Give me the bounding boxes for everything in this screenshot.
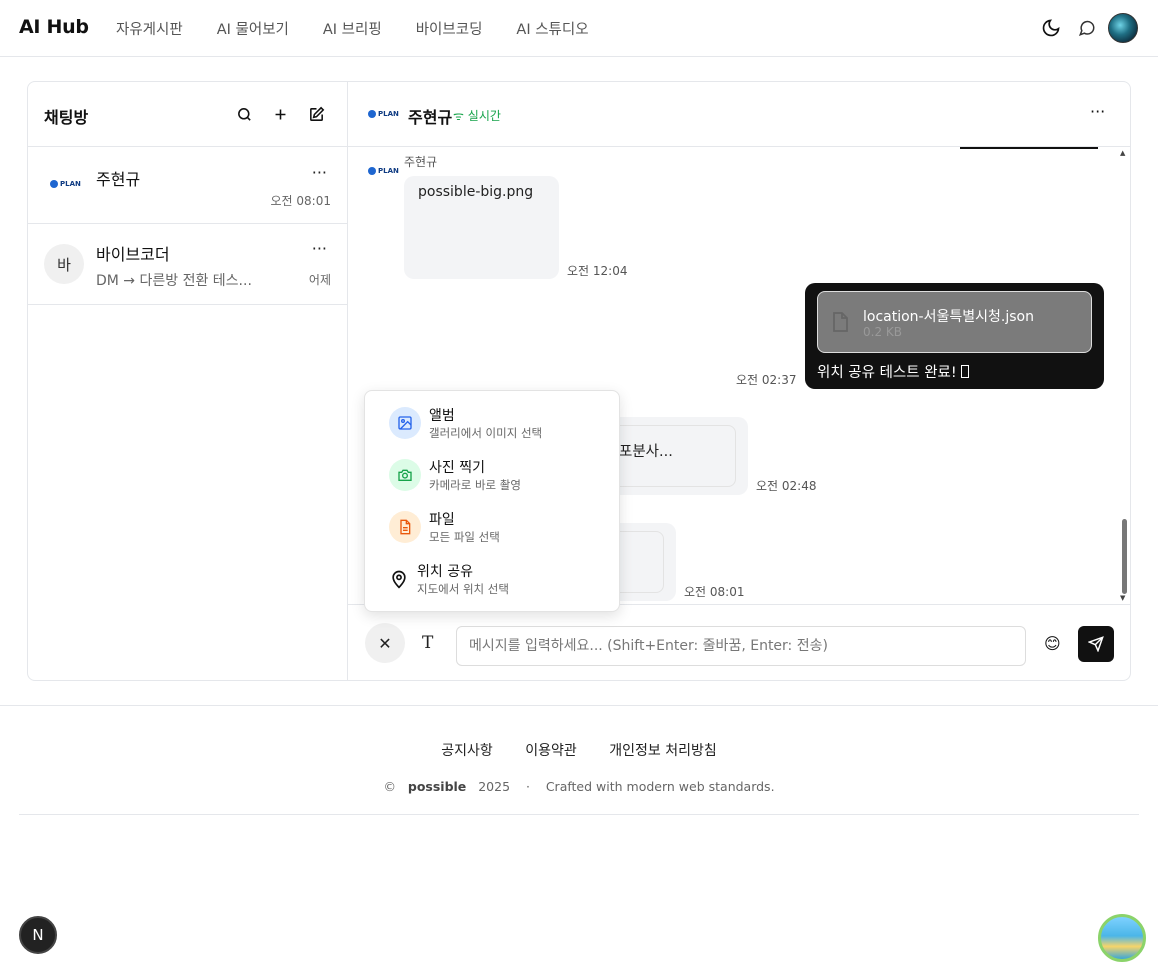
room-preview: DM → 다른방 전환 테스... xyxy=(96,273,252,289)
message-input[interactable] xyxy=(456,626,1026,666)
plan-logo: PLAN xyxy=(368,110,399,118)
attach-item-subtitle: 갤러리에서 이미지 선택 xyxy=(429,426,543,440)
map-pin-icon xyxy=(385,563,413,595)
sidebar-header: 채팅방 xyxy=(28,82,347,147)
live-status: ᯤ 실시간 xyxy=(453,109,501,123)
nav-vibe-coding[interactable]: 바이브코딩 xyxy=(416,18,483,39)
plus-icon xyxy=(275,109,285,119)
message-text: 위치 공유 테스트 완료! xyxy=(817,361,970,382)
main-nav: 자유게시판 AI 물어보기 AI 브리핑 바이브코딩 AI 스튜디오 xyxy=(116,18,623,39)
wifi-icon: ᯤ xyxy=(453,109,464,123)
chat-header: PLAN 주현규 ᯤ 실시간 ··· xyxy=(348,82,1130,147)
link-preview-title: 포분사... xyxy=(619,444,673,460)
send-icon xyxy=(1088,636,1104,652)
room-more-button[interactable]: ··· xyxy=(312,239,327,258)
text-format-button[interactable]: T xyxy=(422,633,433,653)
room-time: 오전 08:01 xyxy=(270,194,331,208)
moon-icon xyxy=(1042,19,1060,37)
attach-location[interactable]: 위치 공유 지도에서 위치 선택 xyxy=(365,554,619,606)
room-more-button[interactable]: ··· xyxy=(312,163,327,182)
user-avatar[interactable] xyxy=(1108,13,1138,43)
chat-room-sidebar: 채팅방 PLAN 주현규 ··· 오전 08:01 바 바이브코더 ··· DM… xyxy=(28,82,348,680)
room-item-joohyungyu[interactable]: PLAN 주현규 ··· 오전 08:01 xyxy=(28,147,347,224)
attach-file[interactable]: 파일 모든 파일 선택 xyxy=(365,502,619,554)
edit-icon xyxy=(309,106,324,121)
search-room-button[interactable] xyxy=(232,102,256,126)
plan-logo: PLAN xyxy=(50,180,81,188)
new-message-button[interactable] xyxy=(304,102,328,126)
nav-ai-studio[interactable]: AI 스튜디오 xyxy=(516,18,588,39)
footer-link-notice[interactable]: 공지사항 xyxy=(441,743,493,759)
attach-item-title: 앨범 xyxy=(429,408,455,424)
message-time: 오전 02:37 xyxy=(736,373,797,387)
next-dev-badge[interactable]: N xyxy=(19,916,57,954)
assistant-avatar-button[interactable] xyxy=(1098,914,1146,962)
send-button[interactable] xyxy=(1078,626,1114,662)
camera-icon xyxy=(389,459,421,491)
close-attach-menu-button[interactable]: ✕ xyxy=(365,623,405,663)
room-name: 바이브코더 xyxy=(96,245,170,264)
message-scrollbar[interactable]: ▲ ▼ xyxy=(1120,149,1128,602)
attach-item-title: 파일 xyxy=(429,512,455,528)
dark-mode-toggle[interactable] xyxy=(1039,16,1063,40)
message-time: 오전 08:01 xyxy=(684,585,745,599)
footer-link-terms[interactable]: 이용약관 xyxy=(525,743,577,759)
sender-logo: PLAN xyxy=(368,167,399,175)
top-navbar: AI Hub 자유게시판 AI 물어보기 AI 브리핑 바이브코딩 AI 스튜디… xyxy=(0,0,1158,57)
attach-item-title: 사진 찍기 xyxy=(429,460,485,476)
room-avatar: 바 xyxy=(44,244,84,284)
nav-ai-ask[interactable]: AI 물어보기 xyxy=(217,18,289,39)
file-size: 0.2 KB xyxy=(863,325,902,339)
message-time: 오전 02:48 xyxy=(756,479,817,493)
chat-more-button[interactable]: ··· xyxy=(1090,102,1105,121)
scroll-thumb[interactable] xyxy=(1122,519,1127,594)
chat-partner-name: 주현규 xyxy=(408,108,453,127)
nav-ai-briefing[interactable]: AI 브리핑 xyxy=(323,18,382,39)
attach-menu: 앨범 갤러리에서 이미지 선택 사진 찍기 카메라로 바로 촬영 파일 모든 파… xyxy=(364,390,620,612)
scroll-up-arrow[interactable]: ▲ xyxy=(1120,149,1125,157)
message-time: 오전 12:04 xyxy=(567,264,628,278)
file-icon xyxy=(833,312,848,332)
attach-camera[interactable]: 사진 찍기 카메라로 바로 촬영 xyxy=(365,450,619,502)
footer: 공지사항 이용약관 개인정보 처리방침 © possible 2025 · Cr… xyxy=(0,705,1158,815)
attach-item-subtitle: 모든 파일 선택 xyxy=(429,530,500,544)
file-message[interactable]: location-서울특별시청.json 0.2 KB 위치 공유 테스트 완료… xyxy=(805,283,1104,389)
attach-item-subtitle: 카메라로 바로 촬영 xyxy=(429,478,521,492)
message-circle-icon xyxy=(1078,20,1095,37)
chat-button[interactable] xyxy=(1075,16,1099,40)
footer-copyright: © possible 2025 · Crafted with modern we… xyxy=(383,779,775,794)
sender-name: 주현규 xyxy=(404,155,438,169)
file-name: location-서울특별시청.json xyxy=(863,309,1034,325)
footer-links: 공지사항 이용약관 개인정보 처리방침 xyxy=(0,740,1158,760)
emoji-button[interactable]: 😊 xyxy=(1044,634,1061,653)
image-icon xyxy=(389,407,421,439)
brand-logo[interactable]: AI Hub xyxy=(19,16,89,38)
search-icon xyxy=(237,107,251,121)
message-composer: ✕ T 😊 xyxy=(348,604,1130,680)
sidebar-title: 채팅방 xyxy=(44,108,89,127)
footer-link-privacy[interactable]: 개인정보 처리방침 xyxy=(609,743,717,759)
broken-image: possible-big.png xyxy=(418,184,534,200)
footer-divider xyxy=(19,814,1139,815)
attach-album[interactable]: 앨범 갤러리에서 이미지 선택 xyxy=(365,398,619,450)
scroll-down-arrow[interactable]: ▼ xyxy=(1120,594,1125,602)
file-attachment[interactable]: location-서울특별시청.json 0.2 KB xyxy=(817,291,1092,353)
nav-free-board[interactable]: 자유게시판 xyxy=(116,18,183,39)
room-time: 어제 xyxy=(308,273,331,287)
room-item-vibecoder[interactable]: 바 바이브코더 ··· DM → 다른방 전환 테스... 어제 xyxy=(28,224,347,305)
add-room-button[interactable] xyxy=(268,102,292,126)
room-name: 주현규 xyxy=(96,170,141,189)
attach-item-subtitle: 지도에서 위치 선택 xyxy=(417,582,509,596)
attach-item-title: 위치 공유 xyxy=(417,564,473,580)
file-icon xyxy=(389,511,421,543)
clipped-message xyxy=(960,147,1098,149)
image-message[interactable]: possible-big.png xyxy=(404,176,559,279)
